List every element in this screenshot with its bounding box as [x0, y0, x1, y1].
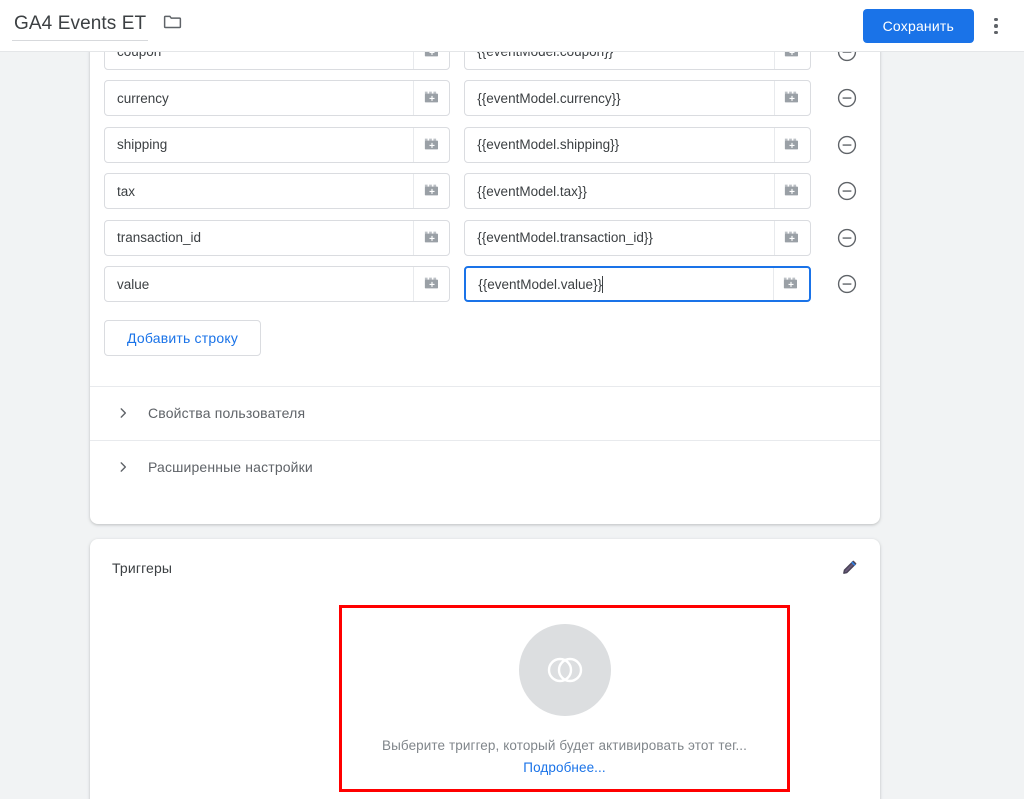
parameter-value-input[interactable]: [465, 52, 774, 60]
parameter-value-input[interactable]: [465, 183, 774, 199]
page-body: Добавить строку Свойства пользователя Ра…: [0, 52, 1024, 799]
remove-row-button[interactable]: [829, 264, 866, 304]
header-actions: Сохранить: [862, 0, 1016, 52]
parameter-value-field[interactable]: [464, 52, 811, 70]
parameter-value-input[interactable]: [465, 230, 774, 246]
table-row: [104, 52, 866, 75]
accordion-label: Расширенные настройки: [148, 459, 313, 475]
event-parameters-card: Добавить строку Свойства пользователя Ра…: [90, 52, 880, 524]
parameter-name-input[interactable]: [105, 90, 414, 106]
folder-icon[interactable]: [162, 11, 183, 37]
variable-brick-icon[interactable]: [773, 127, 810, 162]
app-header: GA4 Events ET Сохранить: [0, 0, 1024, 52]
variable-brick-icon[interactable]: [413, 52, 449, 69]
text-caret: [602, 275, 604, 293]
add-row-wrap: Добавить строку: [90, 308, 880, 356]
parameter-name-input[interactable]: [105, 183, 414, 199]
page-title[interactable]: GA4 Events ET: [12, 11, 149, 41]
triggers-card-header: Триггеры: [90, 539, 880, 597]
parameter-value-field[interactable]: [464, 80, 811, 117]
parameter-value-input[interactable]: [466, 276, 773, 292]
parameter-name-input[interactable]: [105, 52, 414, 60]
parameter-name-field[interactable]: [104, 266, 451, 303]
parameter-value-field[interactable]: [464, 266, 811, 303]
more-vert-icon[interactable]: [980, 6, 1012, 46]
remove-row-button[interactable]: [829, 218, 866, 258]
variable-brick-icon[interactable]: [413, 127, 449, 162]
save-button[interactable]: Сохранить: [862, 9, 974, 43]
parameter-name-field[interactable]: [104, 52, 451, 70]
variable-brick-icon[interactable]: [413, 174, 449, 209]
triggers-card: Триггеры Выберите триггер, который будет…: [90, 539, 880, 799]
trigger-rings-icon: [518, 624, 611, 716]
remove-row-button[interactable]: [829, 52, 866, 72]
parameter-name-field[interactable]: [104, 126, 451, 163]
variable-brick-icon[interactable]: [773, 220, 810, 255]
parameter-name-input[interactable]: [105, 230, 414, 246]
table-row: [104, 215, 866, 262]
variable-brick-icon[interactable]: [413, 267, 449, 302]
parameter-name-field[interactable]: [104, 80, 451, 117]
parameter-value-field[interactable]: [464, 126, 811, 163]
pencil-icon[interactable]: [834, 552, 864, 582]
chevron-right-icon: [110, 406, 136, 420]
variable-brick-icon[interactable]: [773, 174, 810, 209]
trigger-empty-state-highlight[interactable]: Выберите триггер, который будет активиро…: [339, 605, 790, 792]
variable-brick-icon[interactable]: [773, 52, 810, 69]
parameter-value-input[interactable]: [465, 137, 774, 153]
chevron-right-icon: [110, 460, 136, 474]
accordion-user-properties[interactable]: Свойства пользователя: [90, 385, 880, 440]
parameter-rows: [90, 52, 880, 308]
parameter-value-input[interactable]: [465, 90, 774, 106]
accordion-advanced-settings[interactable]: Расширенные настройки: [90, 439, 880, 494]
parameter-name-field[interactable]: [104, 219, 451, 256]
trigger-empty-text: Выберите триггер, который будет активиро…: [381, 738, 747, 753]
remove-row-button[interactable]: [829, 171, 866, 211]
parameter-value-field[interactable]: [464, 173, 811, 210]
learn-more-link[interactable]: Подробнее...: [523, 760, 605, 775]
variable-brick-icon[interactable]: [773, 81, 810, 116]
table-row: [104, 75, 866, 122]
remove-row-button[interactable]: [829, 125, 866, 165]
parameter-name-input[interactable]: [105, 137, 414, 153]
variable-brick-icon[interactable]: [413, 220, 449, 255]
table-row: [104, 168, 866, 215]
variable-brick-icon[interactable]: [772, 268, 809, 301]
parameter-name-input[interactable]: [105, 276, 414, 292]
table-row: [104, 261, 866, 308]
table-row: [104, 122, 866, 169]
accordion-label: Свойства пользователя: [148, 405, 306, 421]
parameter-name-field[interactable]: [104, 173, 451, 210]
parameter-value-field[interactable]: [464, 219, 811, 256]
add-row-button[interactable]: Добавить строку: [104, 319, 262, 356]
variable-brick-icon[interactable]: [413, 81, 449, 116]
triggers-title: Триггеры: [112, 560, 173, 576]
title-group: GA4 Events ET: [12, 11, 183, 41]
remove-row-button[interactable]: [829, 78, 866, 118]
